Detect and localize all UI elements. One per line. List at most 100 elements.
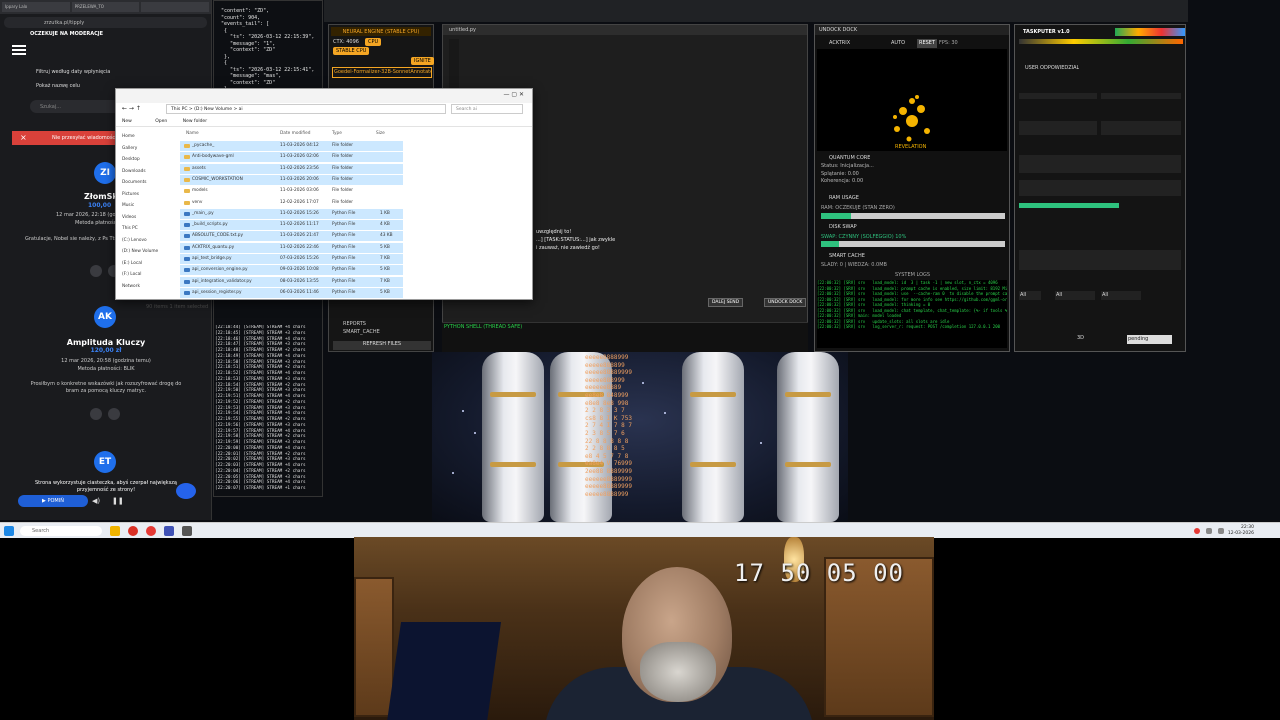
open-button[interactable]: Open (155, 119, 167, 124)
file-name: Anti-bodywave-gml (192, 154, 234, 160)
nav-arrows[interactable]: ← → ↑ (122, 105, 141, 112)
app-icon[interactable] (164, 526, 174, 536)
taskbar-search[interactable]: Search (20, 526, 102, 536)
file-row[interactable]: _build_scripts.py 11-02-2026 11:17 Python … (180, 220, 403, 231)
browser-tab[interactable] (141, 2, 210, 12)
task-row[interactable] (1019, 93, 1097, 99)
filter-select[interactable]: All (1101, 291, 1141, 300)
window-controls[interactable]: — ▢ ✕ (503, 91, 524, 98)
auto-checkbox[interactable]: AUTO (891, 40, 905, 47)
skip-label: POMIŃ (47, 498, 64, 504)
new-folder-button[interactable]: New folder (183, 119, 207, 124)
column-name[interactable]: Name (186, 131, 199, 136)
start-icon[interactable] (4, 526, 14, 536)
browser-tab[interactable]: PRZELEWA_TO (71, 2, 140, 12)
filter-by-date-option[interactable]: Filtruj według daty wpłynięcia (36, 69, 110, 75)
skip-button[interactable]: ▶ POMIŃ (18, 495, 88, 507)
quantum-line: Splątanie: 0.00 (821, 170, 859, 177)
tray-icon[interactable] (1194, 528, 1200, 534)
nav-item[interactable]: Network (122, 281, 178, 293)
mode-select[interactable]: 3D (1077, 335, 1084, 342)
status-select[interactable]: pending (1127, 335, 1172, 344)
file-row[interactable]: api_conversion_engine.py 09-03-2026 10:08… (180, 265, 403, 276)
network-icon[interactable] (1218, 528, 1224, 534)
nav-item[interactable]: Home (122, 131, 178, 143)
file-row[interactable]: api_test_bridge.py 07-03-2026 15:26 Python… (180, 254, 403, 264)
reset-button[interactable]: RESET (917, 39, 938, 48)
task-row[interactable] (1101, 93, 1181, 99)
file-row[interactable]: _pycache_ 11-03-2026 04:12 File folder (180, 141, 403, 151)
file-date: 11-03-2026 21:47 (280, 233, 319, 239)
replay-button[interactable] (90, 265, 102, 277)
terminal-icon[interactable] (182, 526, 192, 536)
nav-item[interactable]: Pictures (122, 189, 178, 201)
file-row[interactable]: _main_.py 11-02-2026 15:26 Python File 1 KB (180, 208, 403, 219)
recording-app-icon[interactable] (146, 526, 156, 536)
file-date: 11-03-2026 02:06 (280, 154, 319, 160)
tray-icon[interactable] (1206, 528, 1212, 534)
refresh-files-button[interactable]: REFRESH FILES (333, 341, 431, 350)
filter-select[interactable]: All (1055, 291, 1095, 300)
file-name: ABSOLUTE_CODE.txt.py (192, 233, 244, 239)
task-row[interactable] (1101, 121, 1181, 135)
file-row[interactable]: venv 12-02-2026 17:07 File folder (180, 198, 403, 208)
nav-item[interactable]: (C:) Lenovo (122, 235, 178, 247)
file-row[interactable]: ACKTRIX_quantu.py 11-02-2026 22:46 Python … (180, 242, 403, 253)
file-row[interactable]: models 11-03-2026 03:06 File folder (180, 186, 403, 196)
address-bar[interactable]: zrzutka.pl/tipply (4, 17, 207, 28)
volume-icon[interactable]: ◀) (92, 497, 100, 505)
ignite-button[interactable]: IGNITE (411, 57, 434, 65)
menu-icon[interactable] (12, 43, 26, 55)
pause-icon[interactable]: ❚❚ (112, 497, 124, 505)
column-size[interactable]: Size (376, 131, 385, 136)
nav-item[interactable]: Gallery (122, 143, 178, 155)
nav-item[interactable]: Documents (122, 177, 178, 189)
replay-button[interactable] (90, 408, 102, 420)
undock-button[interactable]: UNDOCK DOCK (764, 298, 807, 307)
address-breadcrumb[interactable]: This PC > (D:) New Volume > ai (166, 104, 446, 114)
file-name: venv (192, 199, 203, 205)
task-list[interactable] (1019, 155, 1181, 173)
explorer-search-input[interactable]: Search ai (451, 104, 523, 114)
browser-tab[interactable]: Ippary Lalo (2, 2, 70, 12)
file-row[interactable]: COSMIC_WORKSTATION 11-03-2026 20:06 File f… (180, 174, 403, 185)
file-row[interactable]: api_integration_validator.py 08-03-2026 1… (180, 276, 403, 287)
nav-item[interactable]: This PC (122, 223, 178, 235)
file-row[interactable]: ABSOLUTE_CODE.txt.py 11-03-2026 21:47 Pyth… (180, 231, 403, 242)
folder-icon (184, 200, 190, 205)
close-icon[interactable]: × (20, 133, 27, 142)
mode-label: ACKTRIX (829, 40, 851, 46)
nav-item[interactable]: Music (122, 200, 178, 212)
new-button[interactable]: New (122, 119, 132, 124)
chat-icon[interactable] (176, 483, 196, 499)
file-row[interactable]: Anti-bodywave-gml 11-03-2026 02:06 File fo… (180, 152, 403, 163)
quantum-status: Status: Inicjalizacja... Splątanie: 0.00… (821, 163, 874, 186)
file-row[interactable]: api_session_register.py 06-03-2026 11:46 P… (180, 287, 403, 298)
nav-item[interactable]: (D:) New Volume (122, 246, 178, 258)
cpu-button[interactable]: CPU (365, 38, 382, 46)
nav-item[interactable]: Downloads (122, 166, 178, 178)
file-explorer-icon[interactable] (110, 526, 120, 536)
browser-icon[interactable] (128, 526, 138, 536)
smart-cache-item[interactable]: SMART_CACHE (343, 329, 380, 336)
send-button[interactable]: DALEJ SEND (708, 298, 744, 307)
nav-item[interactable]: Videos (122, 212, 178, 224)
show-goal-option[interactable]: Pokaż nazwę celu (36, 83, 80, 89)
column-type[interactable]: Type (332, 131, 342, 136)
nav-item[interactable]: (F:) Local (122, 269, 178, 281)
clock[interactable]: 22:30 12-03-2026 (1228, 525, 1254, 537)
filter-select[interactable]: All (1019, 291, 1041, 300)
ram-bar (821, 213, 851, 219)
file-row[interactable]: assets 11-02-2026 23:56 File folder (180, 163, 403, 174)
nav-item[interactable]: (E:) Local (122, 258, 178, 270)
task-row[interactable] (1019, 121, 1097, 135)
task-list[interactable] (1019, 250, 1181, 270)
delete-button[interactable] (108, 408, 120, 420)
donor-name: Amplituda Kluczy (66, 338, 146, 347)
model-selector[interactable]: Goedel-Formalizer-32B-SonnetAnnotated (332, 67, 432, 78)
nav-item[interactable]: Desktop (122, 154, 178, 166)
toolbar-buttons[interactable] (1115, 28, 1185, 36)
column-date[interactable]: Date modified (280, 131, 310, 136)
reports-item[interactable]: REPORTS (343, 321, 366, 328)
task-list[interactable] (1019, 180, 1181, 196)
